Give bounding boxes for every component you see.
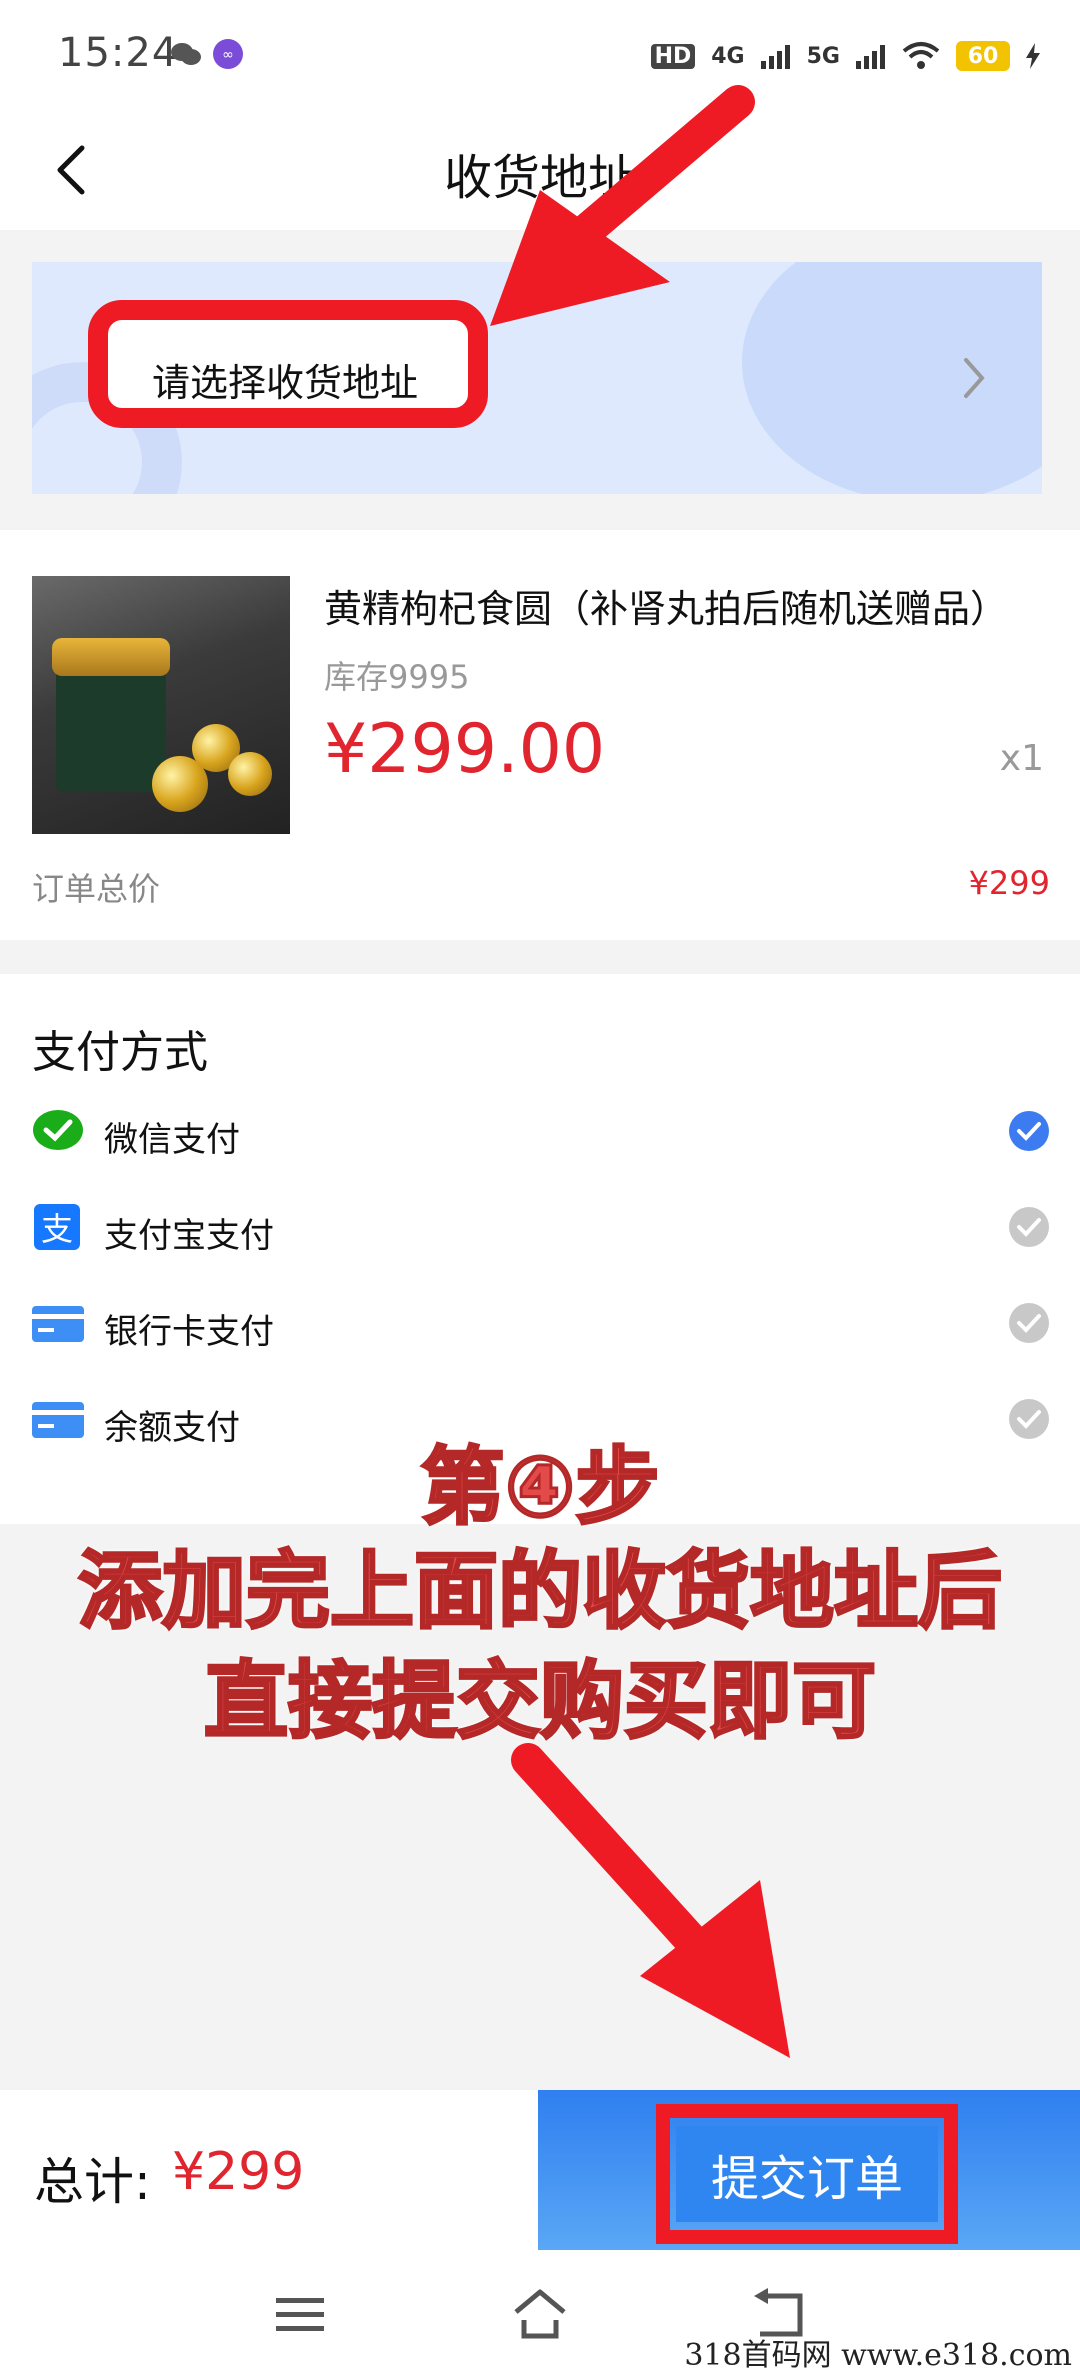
signal-icon <box>760 45 790 69</box>
check-unselected-icon[interactable] <box>1008 1302 1050 1344</box>
system-nav-bar: 318首码网 www.e318.com <box>0 2250 1080 2376</box>
decorative-blob <box>742 262 1042 494</box>
product-quantity: x1 <box>999 738 1044 779</box>
status-bar: 15:24 ∞ HD 4G 5G 60 <box>0 0 1080 110</box>
chevron-right-icon <box>964 358 985 398</box>
product-price: ¥299.00 <box>324 710 606 789</box>
payment-label: 银行卡支付 <box>104 1312 274 1352</box>
total-label: 总计: <box>34 2153 151 2211</box>
submit-area: 提交订单 <box>538 2090 1080 2250</box>
battery-indicator: 60 <box>956 41 1010 71</box>
overlay-instruction-line1: 添加完上面的收货地址后 <box>76 1541 1003 1642</box>
overlay-instruction-line2: 直接提交购买即可 <box>202 1651 877 1752</box>
select-address-label: 请选择收货地址 <box>152 361 419 405</box>
payment-option-alipay[interactable]: 支 支付宝支付 <box>0 1188 1080 1268</box>
product-card: 黄精枸杞食圆（补肾丸拍后随机送赠品） 库存9995 ¥299.00 x1 订单总… <box>0 530 1080 940</box>
wechat-notification-icon <box>171 43 201 65</box>
app-notification-icon: ∞ <box>213 39 243 69</box>
payment-option-bank-card[interactable]: 银行卡支付 <box>0 1284 1080 1364</box>
battery-level: 60 <box>967 43 999 69</box>
gold-ball-shape <box>228 752 272 796</box>
network-5g-label: 5G <box>806 43 840 69</box>
bank-card-icon <box>32 1306 84 1342</box>
title-bar: 收货地址 <box>0 110 1080 230</box>
order-total-label: 订单总价 <box>32 870 161 908</box>
payment-title: 支付方式 <box>32 1027 208 1078</box>
payment-label: 支付宝支付 <box>104 1216 274 1256</box>
watermark: 318首码网 www.e318.com <box>684 2338 1072 2373</box>
jar-lid-shape <box>52 638 170 676</box>
status-time: 15:24 <box>58 30 179 76</box>
check-selected-icon[interactable] <box>1008 1110 1050 1152</box>
svg-text:支: 支 <box>41 1210 73 1248</box>
product-stock: 库存9995 <box>324 658 470 696</box>
overlay-step-number: 第④步 <box>419 1437 661 1538</box>
hd-indicator: HD <box>650 43 696 69</box>
annotation-arrow-bottom <box>511 1743 790 2058</box>
home-icon[interactable] <box>510 2284 570 2344</box>
status-indicators: HD 4G 5G 60 <box>650 36 1040 76</box>
check-unselected-icon[interactable] <box>1008 1206 1050 1248</box>
signal-icon <box>856 45 885 69</box>
address-section: 请选择收货地址 <box>0 230 1080 530</box>
product-image[interactable] <box>32 576 290 834</box>
total-value: ¥299 <box>172 2142 305 2202</box>
network-4g-label: 4G <box>711 43 745 69</box>
menu-icon[interactable] <box>270 2284 330 2344</box>
alipay-icon: 支 <box>34 1204 80 1250</box>
wifi-icon <box>902 42 940 69</box>
product-name: 黄精枸杞食圆（补肾丸拍后随机送赠品） <box>324 587 1009 631</box>
charging-icon <box>1026 43 1040 69</box>
page-title: 收货地址 <box>443 150 636 206</box>
payment-option-wechat[interactable]: 微信支付 <box>0 1092 1080 1172</box>
address-selector[interactable]: 请选择收货地址 <box>32 262 1042 494</box>
order-total-value: ¥299 <box>968 864 1050 902</box>
svg-text:∞: ∞ <box>222 47 234 63</box>
wechat-pay-icon <box>33 1110 83 1150</box>
submit-order-button[interactable]: 提交订单 <box>676 2126 938 2222</box>
payment-label: 微信支付 <box>104 1120 240 1160</box>
checkout-bar: 总计: ¥299 提交订单 <box>0 2090 1080 2250</box>
